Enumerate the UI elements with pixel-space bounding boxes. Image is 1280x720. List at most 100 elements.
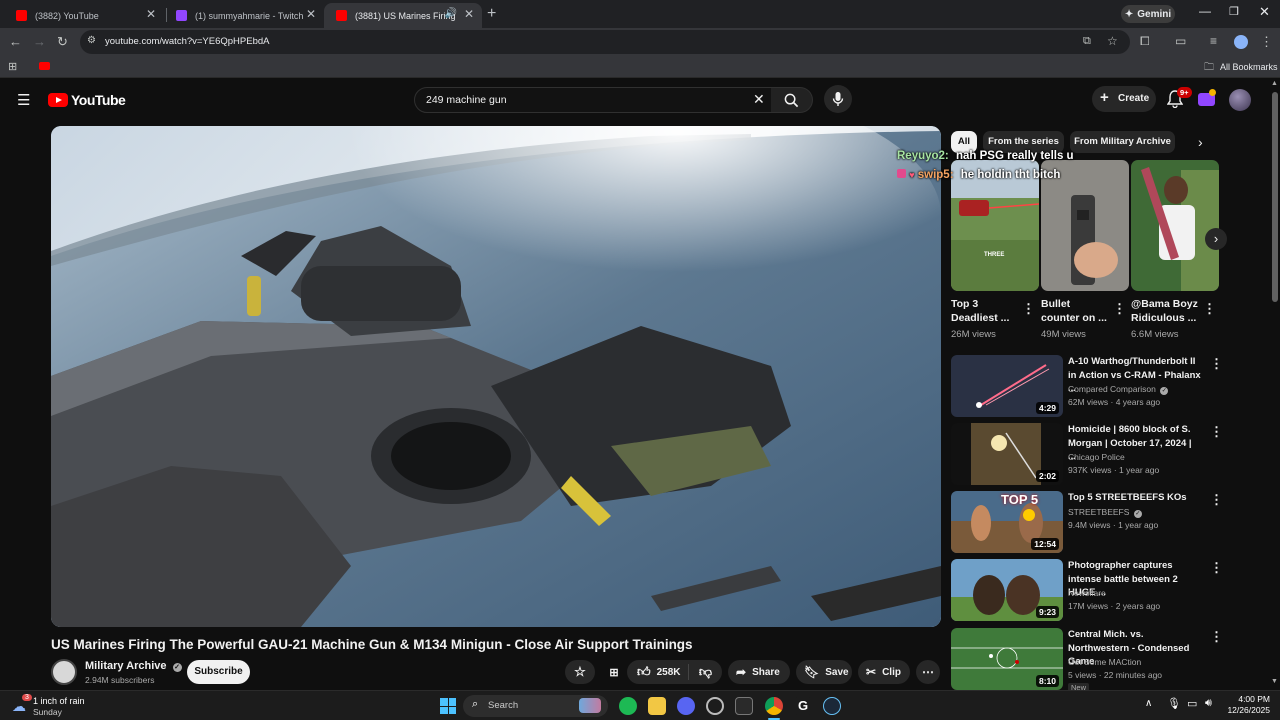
rec-thumbnail[interactable]: 4:29 [951, 355, 1063, 417]
site-info-icon[interactable]: ⚙ [87, 35, 96, 46]
weather-widget[interactable]: ☁ 3 1 inch of rain Sunday [10, 693, 130, 719]
rec-menu-icon[interactable]: ⋮ [1210, 356, 1223, 372]
tab-twitch[interactable]: (1) summyahmarie - Twitch ✕ [164, 3, 324, 28]
all-bookmarks-label[interactable]: All Bookmarks [1220, 62, 1278, 72]
volume-icon[interactable]: 🔊︎ [1205, 697, 1212, 710]
short-title[interactable]: Bullet counter on ... [1041, 297, 1111, 325]
channel-name[interactable]: Military Archive ✓ [85, 660, 182, 672]
close-tab-icon[interactable]: ✕ [146, 7, 156, 21]
short-menu-icon[interactable]: ⋮ [1113, 301, 1126, 317]
show-hidden-icons[interactable]: ∧ [1145, 698, 1152, 709]
speaker-icon[interactable]: 🔊 [445, 8, 457, 19]
shorts-next-button[interactable]: › [1205, 228, 1227, 250]
create-button[interactable]: + Create [1092, 86, 1156, 112]
extensions-icon[interactable]: ⧠ [1140, 35, 1150, 47]
rec-thumbnail[interactable]: 2:02 [951, 423, 1063, 485]
profile-avatar[interactable] [1234, 35, 1248, 49]
short-thumbnail[interactable] [1131, 160, 1219, 291]
heart-badge-icon: ♥ [909, 170, 915, 180]
account-avatar[interactable] [1229, 89, 1251, 111]
rec-thumbnail[interactable]: 9:23 [951, 559, 1063, 621]
start-button[interactable] [440, 698, 456, 714]
forward-icon[interactable]: → [33, 35, 46, 48]
rec-title[interactable]: Top 5 STREETBEEFS KOs [1068, 491, 1202, 505]
dislike-button[interactable]: 👎︎ [689, 664, 722, 680]
minimize-icon[interactable]: — [1199, 4, 1211, 18]
rec-channel[interactable]: Chicago Police [1068, 452, 1125, 462]
rec-thumbnail[interactable]: TOP 5 12:54 [951, 491, 1063, 553]
address-bar[interactable]: ⚙ youtube.com/watch?v=YE6QpHPEbdA ⧉ ☆ [80, 30, 1130, 54]
grid-button[interactable]: ⊞ [600, 660, 628, 684]
chip-from-channel[interactable]: From Military Archive [1070, 131, 1175, 153]
share-button[interactable]: ➦ Share [728, 660, 790, 684]
star-button[interactable]: ☆ [565, 660, 595, 684]
tab-current-video[interactable]: (3881) US Marines Firing Th 🔊 ✕ [324, 3, 482, 28]
bookmark-star-icon[interactable]: ☆ [1107, 34, 1118, 48]
new-tab-icon[interactable]: + [487, 5, 496, 23]
weather-day: Sunday [33, 707, 62, 717]
youtube-bookmark-icon[interactable] [39, 62, 50, 70]
file-explorer-icon[interactable] [648, 697, 666, 715]
tab-youtube-home[interactable]: (3882) YouTube ✕ [4, 3, 164, 28]
apps-grid-icon[interactable]: ⊞ [8, 60, 17, 73]
short-title[interactable]: @Bama Boyz Ridiculous ... [1131, 297, 1201, 325]
network-icon[interactable]: ▭ [1187, 697, 1197, 710]
video-player[interactable] [51, 126, 941, 627]
install-app-icon[interactable]: ⧉ [1083, 35, 1091, 48]
search-input[interactable]: 249 machine gun ✕ [414, 87, 772, 113]
rec-channel[interactable]: Get Some MACtion [1068, 657, 1141, 667]
epic-games-icon[interactable] [735, 697, 753, 715]
short-views: 26M views [951, 329, 996, 340]
back-icon[interactable]: ← [9, 35, 22, 48]
clip-button[interactable]: ✂ Clip [858, 660, 910, 684]
restore-icon[interactable]: ❐ [1229, 5, 1239, 18]
rec-channel[interactable]: Newsflare [1068, 588, 1106, 598]
clock[interactable]: 4:00 PM 12/26/2025 [1224, 694, 1270, 715]
channel-avatar[interactable] [51, 659, 77, 685]
save-button[interactable]: 🔖︎ Save [796, 660, 852, 684]
close-tab-icon[interactable]: ✕ [306, 7, 316, 21]
page-scrollbar[interactable]: ▲ ▼ [1270, 80, 1280, 690]
rec-thumbnail[interactable]: 8:10 [951, 628, 1063, 690]
more-actions-button[interactable]: ⋯ [916, 660, 940, 684]
short-title[interactable]: Top 3 Deadliest ... [951, 297, 1021, 325]
chrome-icon[interactable] [765, 697, 783, 715]
youtube-logo[interactable]: YouTube [48, 92, 126, 108]
scroll-down-icon[interactable]: ▼ [1271, 678, 1278, 685]
subscribe-button[interactable]: Subscribe [187, 660, 250, 684]
like-button[interactable]: 👍︎ 258K [627, 664, 689, 680]
rec-channel[interactable]: STREETBEEFS ✓ [1068, 507, 1142, 518]
rec-menu-icon[interactable]: ⋮ [1210, 424, 1223, 440]
hamburger-menu-icon[interactable]: ☰ [17, 91, 30, 109]
steam-icon[interactable] [823, 697, 841, 715]
grid-icon: ⊞ [609, 666, 619, 679]
notifications-button[interactable]: 9+ [1166, 87, 1192, 113]
gemini-button[interactable]: ✦ Gemini [1121, 5, 1175, 23]
twitch-extension-icon[interactable] [1198, 89, 1216, 106]
microphone-tray-icon[interactable]: 🎙︎ [1167, 697, 1181, 710]
g-hub-icon[interactable]: G [794, 697, 812, 715]
rec-menu-icon[interactable]: ⋮ [1210, 492, 1223, 508]
reload-icon[interactable]: ↻ [57, 35, 68, 48]
reading-list-icon[interactable]: ≡ [1210, 35, 1217, 47]
chrome-menu-icon[interactable]: ⋮ [1260, 35, 1273, 48]
split-view-icon[interactable]: ▭ [1175, 35, 1186, 47]
clear-search-icon[interactable]: ✕ [753, 91, 765, 108]
spotify-icon[interactable] [619, 697, 637, 715]
search-button[interactable] [771, 87, 813, 113]
voice-search-button[interactable] [824, 85, 852, 113]
close-tab-icon[interactable]: ✕ [464, 7, 474, 21]
rec-menu-icon[interactable]: ⋮ [1210, 629, 1223, 645]
rec-channel[interactable]: Compared Comparison ✓ [1068, 384, 1169, 395]
clock-time: 4:00 PM [1238, 694, 1270, 704]
short-menu-icon[interactable]: ⋮ [1022, 301, 1035, 317]
chips-next-icon[interactable]: › [1198, 134, 1203, 150]
discord-icon[interactable] [677, 697, 695, 715]
close-window-icon[interactable]: ✕ [1259, 4, 1270, 20]
taskbar-search[interactable]: ⌕ Search [463, 695, 608, 717]
scroll-up-icon[interactable]: ▲ [1271, 80, 1278, 87]
scroll-thumb[interactable] [1272, 92, 1278, 302]
xbox-icon[interactable] [706, 697, 724, 715]
rec-menu-icon[interactable]: ⋮ [1210, 560, 1223, 576]
short-menu-icon[interactable]: ⋮ [1203, 301, 1216, 317]
